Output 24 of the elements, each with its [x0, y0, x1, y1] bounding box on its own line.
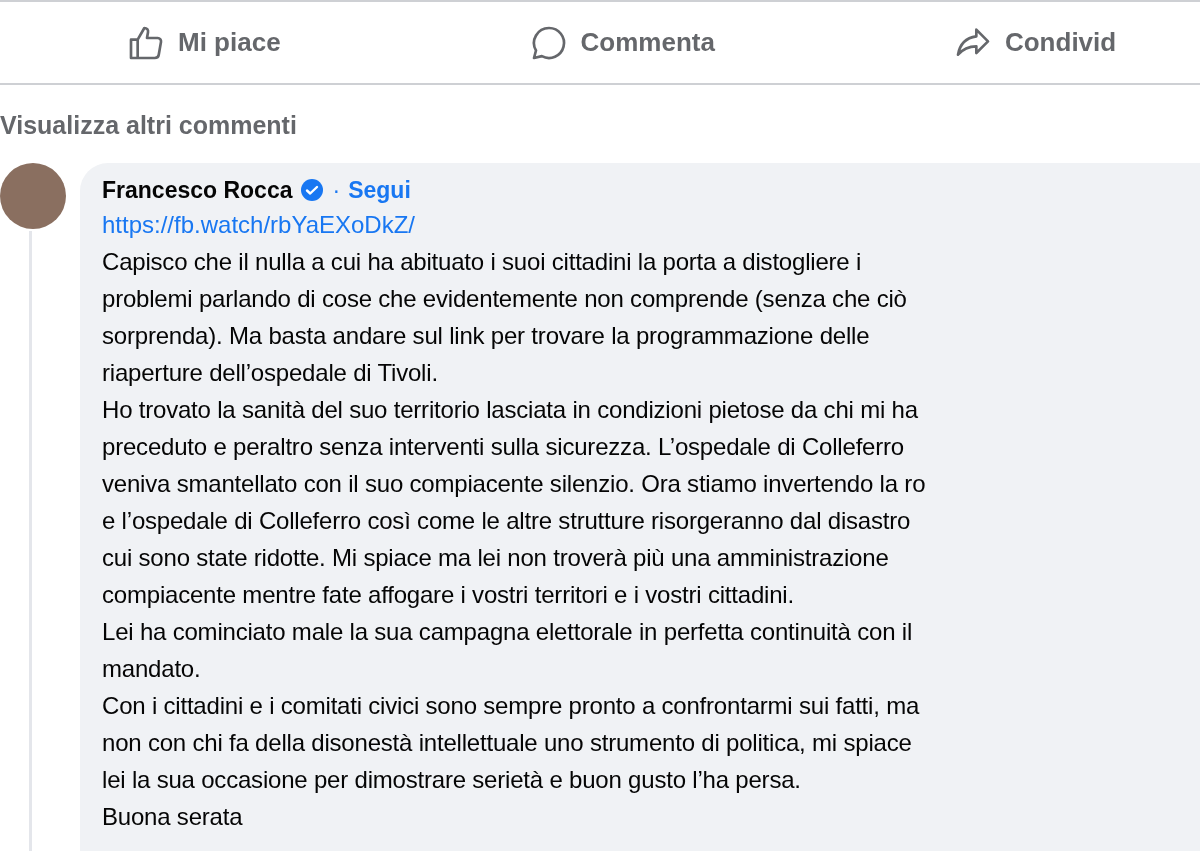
comment-text-line: lei la sua occasione per dimostrare serietà e buon gusto l’ha persa. — [102, 765, 801, 795]
separator-dot: · — [332, 175, 341, 205]
comment-text-line: Lei ha cominciato male la sua campagna elettorale in perfetta continuità con il — [102, 617, 913, 647]
action-button[interactable]: Commenta — [528, 22, 715, 63]
comment-text-line: mandato. — [102, 654, 201, 684]
comment-text-line: problemi parlando di cose che evidentemente non comprende (senza che ciò — [102, 284, 907, 314]
video-link[interactable]: https://fb.watch/rbYaEXoDkZ/ — [102, 207, 1200, 243]
comment-text-line: veniva smantellato con il suo compiacente silenzio. Ora stiamo invertendo la ro — [102, 469, 926, 499]
action-button[interactable]: Condivid — [952, 22, 1117, 63]
comment-text-line: riaperture dell’ospedale di Tivoli. — [102, 358, 438, 388]
comment-text-line: preceduto e peraltro senza interventi sulla sicurezza. L’ospedale di Colleferro — [102, 432, 904, 462]
comment-text-line: Con i cittadini e i comitati civici sono sempre pronto a confrontarmi sui fatti, ma — [102, 691, 920, 721]
follow-link[interactable]: Segui — [348, 172, 411, 207]
comment-text-line: sorprenda). Ma basta andare sul link per trovare la programmazione delle — [102, 321, 870, 351]
comment-text-line: compiacente mentre fate affogare i vostri territori e i vostri cittadini. — [102, 580, 794, 610]
comment-text-line: Buona serata — [102, 802, 243, 832]
comment-text-line: cui sono state ridotte. Mi spiace ma lei non troverà più una amministrazione — [102, 543, 889, 573]
more-comments-link[interactable]: Visualizza altri commenti — [0, 111, 297, 139]
action-button[interactable]: Mi piace — [126, 22, 281, 63]
comment-text-line: non con chi fa della disonestà intellettuale uno strumento di politica, mi spiace — [102, 728, 912, 758]
comment-text-line: Capisco che il nulla a cui ha abituato i suoi cittadini la porta a distogliere i — [102, 247, 862, 277]
author-name[interactable]: Francesco Rocca — [102, 172, 293, 207]
comment-text-line: Ho trovato la sanità del suo territorio lasciata in condizioni pietose da chi mi ha — [102, 395, 918, 425]
comment-text-line: e l’ospedale di Colleferro così come le altre strutture risorgeranno dal disastro — [102, 506, 911, 536]
